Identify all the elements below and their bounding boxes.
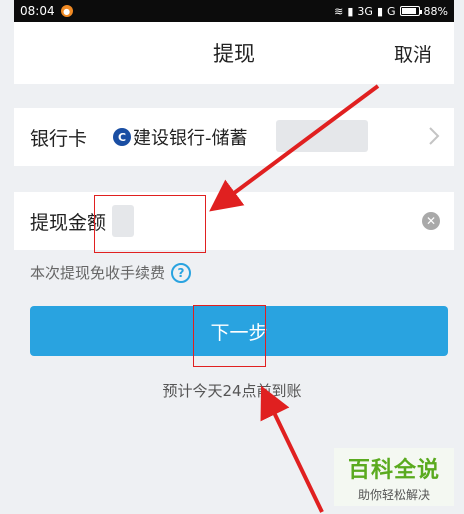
fee-note-text: 本次提现免收手续费 (30, 264, 166, 282)
bank-card-row[interactable]: 银行卡 C 建设银行-储蓄 (14, 108, 454, 166)
watermark-subtitle: 助你轻松解决 (357, 487, 430, 502)
bank-card-label: 银行卡 (30, 127, 88, 150)
fee-note: 本次提现免收手续费 ? (30, 262, 192, 283)
redacted-card-number (276, 120, 368, 152)
annotation-arrow-bottom (260, 385, 324, 513)
withdraw-amount-row: 提现金额 ✕ (14, 192, 454, 250)
arrival-eta-text: 预计今天24点前到账 (162, 382, 302, 400)
clear-input-icon[interactable]: ✕ (422, 212, 440, 230)
signal-icon-2: ▮ (376, 4, 384, 18)
network-type: 3G (357, 4, 373, 18)
network-type-2: G (387, 4, 396, 18)
wifi-icon: ≋ (334, 4, 344, 18)
ccb-bank-logo-icon: C (113, 128, 132, 146)
battery-icon (399, 6, 422, 16)
status-time: 08:04 (20, 4, 55, 18)
annotation-box-amount (94, 195, 206, 253)
watermark-title: 百科全说 (347, 457, 440, 483)
watermark-logo: 百科全说 助你轻松解决 (334, 448, 454, 506)
bank-name: 建设银行-储蓄 (133, 128, 248, 149)
nav-bar: 提现 取消 (14, 22, 454, 84)
status-bar: 08:04 ● ≋ ▮ 3G ▮ G 88% (14, 0, 454, 22)
help-icon[interactable]: ? (171, 262, 192, 283)
signal-icon: ▮ (347, 4, 354, 18)
notification-icon: ● (60, 5, 73, 17)
page-title: 提现 (213, 42, 255, 66)
annotation-box-next (193, 305, 266, 367)
cancel-button[interactable]: 取消 (394, 40, 432, 67)
chevron-right-icon (429, 127, 440, 145)
battery-level: 88% (423, 4, 448, 18)
